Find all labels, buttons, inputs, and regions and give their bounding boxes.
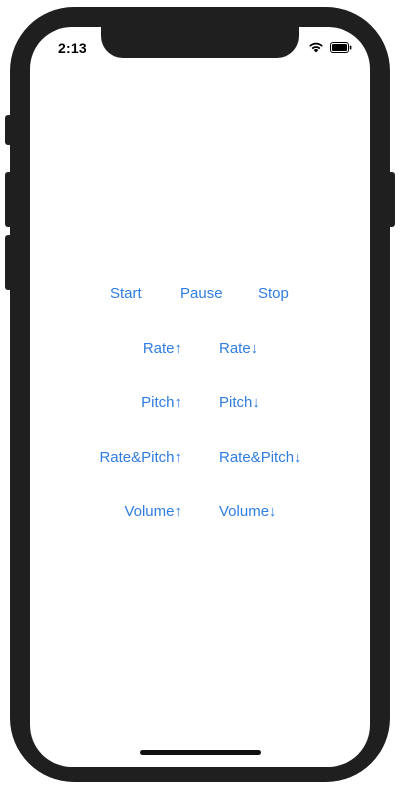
rate-pitch-up-button[interactable]: Rate&Pitch↑ xyxy=(99,449,182,467)
pitch-up-button[interactable]: Pitch↑ xyxy=(141,394,182,412)
notch xyxy=(101,27,299,58)
volume-down-button-control[interactable]: Volume↓ xyxy=(219,503,277,521)
battery-icon xyxy=(330,41,352,53)
volume-up-button-control[interactable]: Volume↑ xyxy=(124,503,182,521)
status-time: 2:13 xyxy=(58,40,87,56)
rate-up-button[interactable]: Rate↑ xyxy=(143,340,182,358)
rate-pitch-down-button[interactable]: Rate&Pitch↓ xyxy=(219,449,302,467)
stop-button[interactable]: Stop xyxy=(258,285,289,303)
wifi-icon xyxy=(309,42,323,53)
app-screen: 2:13 Start Pause Stop Rate↑ Rate↓ Pitch↑… xyxy=(30,27,370,767)
rate-down-button[interactable]: Rate↓ xyxy=(219,340,258,358)
pitch-down-button[interactable]: Pitch↓ xyxy=(219,394,260,412)
status-icons xyxy=(308,41,352,53)
start-button[interactable]: Start xyxy=(110,285,142,303)
home-indicator[interactable] xyxy=(140,750,261,755)
pause-button[interactable]: Pause xyxy=(180,285,223,303)
